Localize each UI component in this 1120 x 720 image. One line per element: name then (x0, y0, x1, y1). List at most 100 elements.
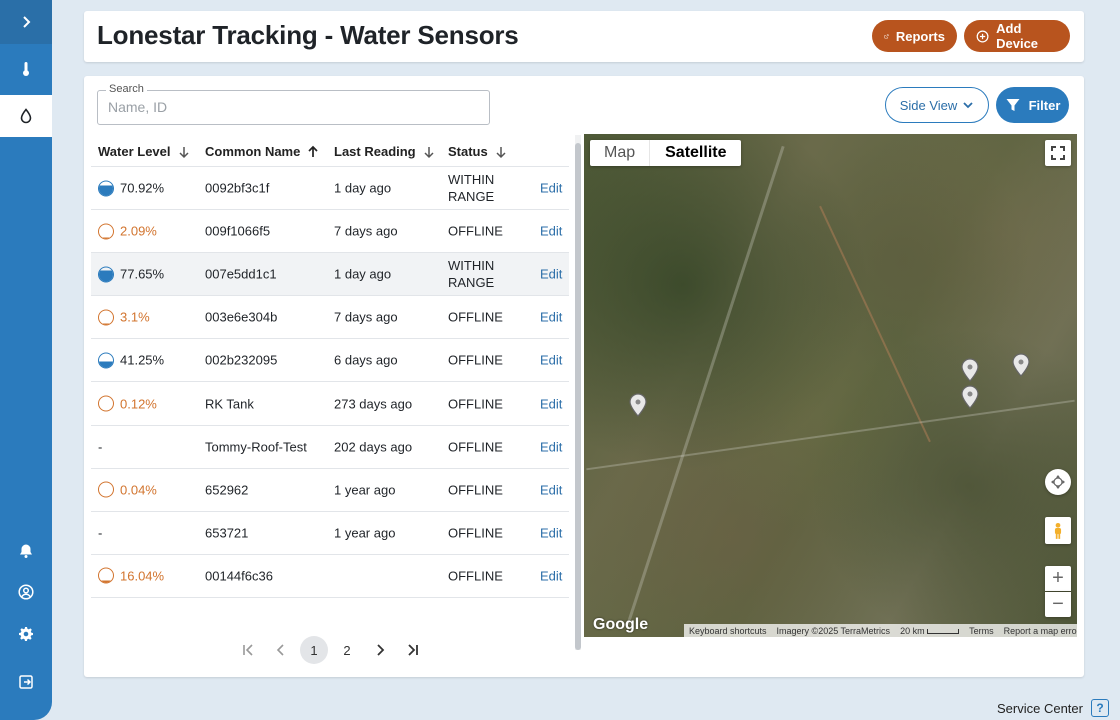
arrow-down-icon (496, 146, 506, 158)
water-level-cell: 77.65% (98, 266, 164, 283)
common-name-cell: 002b232095 (205, 352, 278, 368)
table-row[interactable]: 2.09% 009f1066f5 7 days ago OFFLINE Edit (91, 210, 569, 254)
filter-icon (1006, 99, 1020, 111)
water-level-cell: - (98, 524, 102, 541)
filter-label: Filter (1028, 97, 1061, 113)
table-row[interactable]: 77.65% 007e5dd1c1 1 day ago WITHIN RANGE Edi… (91, 253, 569, 297)
search-field[interactable]: Search (97, 83, 490, 125)
column-header-common-name[interactable]: Common Name (205, 144, 320, 159)
edit-link[interactable]: Edit (540, 352, 562, 369)
report-map-error-link[interactable]: Report a map error (1004, 626, 1077, 636)
reports-button[interactable]: Reports (872, 20, 957, 52)
column-header-water-level[interactable]: Water Level (98, 144, 191, 159)
scrollbar-thumb[interactable] (575, 143, 581, 650)
search-input[interactable] (108, 99, 478, 115)
plus-circle-icon (976, 30, 989, 42)
last-reading-cell: 202 days ago (334, 439, 413, 455)
last-reading-cell: 7 days ago (334, 309, 398, 325)
external-link-icon (884, 33, 889, 38)
sidebar-item-logout[interactable] (0, 661, 52, 703)
chevron-right-icon (377, 644, 385, 656)
water-level-value: 77.65% (120, 266, 165, 282)
edit-link[interactable]: Edit (540, 266, 562, 283)
page-button-1[interactable]: 1 (300, 636, 328, 664)
sensors-table: Water Level Common Name Last Reading Sta… (91, 136, 569, 598)
last-reading-cell: 1 day ago (334, 180, 392, 196)
tank-level-icon (98, 352, 114, 369)
edit-link[interactable]: Edit (540, 395, 562, 412)
table-row[interactable]: - Tommy-Roof-Test 202 days ago OFFLINE Edit (91, 426, 569, 469)
user-circle-icon (18, 584, 34, 600)
water-level-value: 3.1% (120, 309, 150, 325)
page-button-2[interactable]: 2 (333, 636, 361, 664)
common-name-cell: 0092bf3c1f (205, 180, 270, 196)
edit-link[interactable]: Edit (540, 438, 562, 455)
water-level-cell: 0.04% (98, 481, 157, 498)
fullscreen-icon (1051, 146, 1065, 160)
column-header-status[interactable]: Status (448, 144, 508, 159)
map-pin-icon[interactable] (628, 393, 648, 417)
edit-link[interactable]: Edit (540, 180, 562, 197)
map-pin-icon[interactable] (960, 358, 980, 382)
side-view-dropdown[interactable]: Side View (885, 87, 989, 123)
filter-button[interactable]: Filter (996, 87, 1069, 123)
column-label: Status (448, 144, 488, 159)
scale-label: 20 km (900, 625, 925, 636)
camera-control-button[interactable] (1045, 469, 1071, 495)
water-level-cell: 41.25% (98, 352, 164, 369)
table-row[interactable]: - 653721 1 year ago OFFLINE Edit (91, 512, 569, 555)
edit-link[interactable]: Edit (540, 309, 562, 326)
sidebar-item-account[interactable] (0, 571, 52, 613)
table-row[interactable]: 70.92% 0092bf3c1f 1 day ago WITHIN RANGE Edi… (91, 167, 569, 211)
tank-level-icon (98, 395, 114, 412)
edit-link[interactable]: Edit (540, 223, 562, 240)
street-view-button[interactable] (1045, 517, 1071, 544)
next-page-button[interactable] (366, 636, 394, 664)
satellite-map[interactable]: Map Satellite + − Google Keyboard shortc… (584, 134, 1077, 637)
map-tab-map[interactable]: Map (590, 140, 649, 166)
column-header-last-reading[interactable]: Last Reading (334, 144, 436, 159)
first-page-button[interactable] (234, 636, 262, 664)
table-header: Water Level Common Name Last Reading Sta… (91, 136, 569, 167)
table-row[interactable]: 16.04% 00144f6c36 OFFLINE Edit (91, 555, 569, 598)
chevron-down-icon (963, 102, 973, 109)
service-center-link[interactable]: Service Center ? (997, 699, 1109, 717)
table-row[interactable]: 0.12% RK Tank 273 days ago OFFLINE Edit (91, 382, 569, 426)
last-page-button[interactable] (399, 636, 427, 664)
table-body: 70.92% 0092bf3c1f 1 day ago WITHIN RANGE Edi… (91, 167, 569, 598)
add-device-button[interactable]: Add Device (964, 20, 1070, 52)
sidebar-item-temperature[interactable] (0, 48, 52, 90)
previous-page-button[interactable] (267, 636, 295, 664)
imagery-credit: Imagery ©2025 TerraMetrics (776, 625, 891, 636)
edit-link[interactable]: Edit (540, 524, 562, 541)
map-tab-satellite[interactable]: Satellite (649, 140, 741, 166)
keyboard-shortcuts-link[interactable]: Keyboard shortcuts (689, 626, 767, 636)
water-level-value: 2.09% (120, 223, 157, 239)
scale-indicator[interactable]: 20 km (900, 625, 960, 636)
sidebar-item-water[interactable] (0, 95, 52, 137)
sidebar-item-settings[interactable] (0, 613, 52, 655)
map-texture (819, 205, 931, 443)
status-cell: OFFLINE (448, 309, 503, 325)
table-row[interactable]: 0.04% 652962 1 year ago OFFLINE Edit (91, 469, 569, 512)
edit-link[interactable]: Edit (540, 481, 562, 498)
sidebar-item-notifications[interactable] (0, 530, 52, 572)
fullscreen-button[interactable] (1045, 140, 1071, 166)
logout-icon (19, 675, 33, 689)
arrow-down-icon (424, 146, 434, 158)
column-label: Water Level (98, 144, 171, 159)
expand-sidebar-button[interactable] (0, 0, 52, 44)
table-row[interactable]: 3.1% 003e6e304b 7 days ago OFFLINE Edit (91, 296, 569, 340)
map-pin-icon[interactable] (1011, 353, 1031, 377)
terms-link[interactable]: Terms (969, 626, 994, 636)
common-name-cell: 653721 (205, 525, 249, 541)
edit-link[interactable]: Edit (540, 567, 562, 584)
zoom-out-button[interactable]: − (1045, 592, 1071, 617)
map-pin-icon[interactable] (960, 385, 980, 409)
header-card: Lonestar Tracking - Water Sensors Report… (84, 11, 1084, 62)
table-row[interactable]: 41.25% 002b232095 6 days ago OFFLINE Edit (91, 339, 569, 383)
water-level-cell: 0.12% (98, 395, 157, 412)
table-scrollbar[interactable] (575, 135, 581, 650)
zoom-in-button[interactable]: + (1045, 566, 1071, 591)
common-name-cell: Tommy-Roof-Test (205, 439, 307, 455)
